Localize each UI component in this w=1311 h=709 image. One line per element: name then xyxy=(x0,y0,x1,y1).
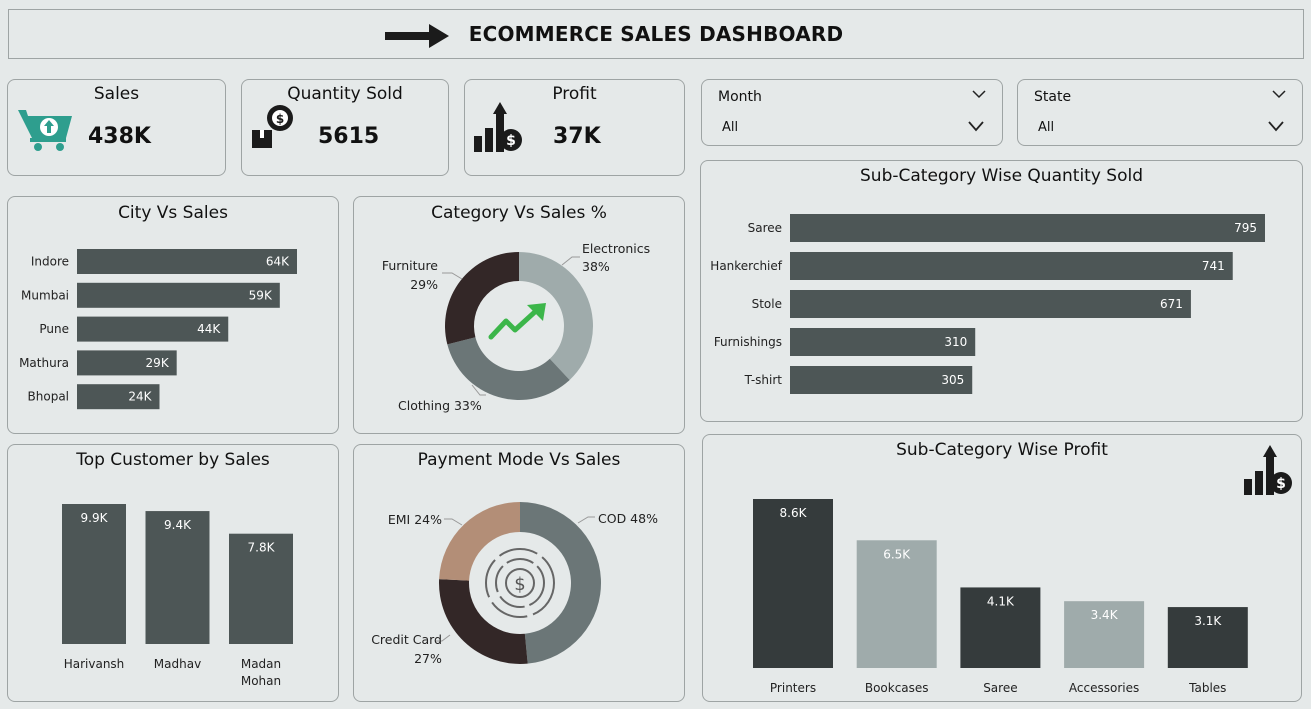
chevron-down-icon[interactable] xyxy=(1268,120,1284,132)
category-sales-chart: Electronics 38% Furniture 29% Clothing 33% xyxy=(382,241,650,413)
category-label: Accessories xyxy=(1069,681,1139,695)
chevron-down-icon[interactable] xyxy=(968,120,984,132)
slicer-label: State xyxy=(1034,89,1072,105)
leader-line xyxy=(577,516,595,524)
data-label: 3.4K xyxy=(1091,608,1119,622)
category-label: Mohan xyxy=(241,674,281,688)
chart-title: City Vs Sales xyxy=(118,203,228,223)
city-sales-chart: Indore 64K Mumbai 59K Pune 44K Mathura 29K Bhopa… xyxy=(19,249,297,410)
category-label: Saree xyxy=(983,681,1017,695)
category-label: Madan xyxy=(241,657,281,671)
data-label: 305 xyxy=(941,373,964,387)
data-label: 24K xyxy=(128,390,152,404)
slicer-label: Month xyxy=(718,89,762,105)
category-label: Stole xyxy=(752,297,782,311)
data-label: 671 xyxy=(1160,297,1183,311)
kpi-card-quantity: Quantity Sold $ 5615 xyxy=(241,79,449,176)
slice-label: Credit Card xyxy=(371,632,442,647)
donut-slice xyxy=(447,337,570,400)
payment-mode-chart: $ COD 48% EMI 24% Credit Card 27% xyxy=(371,502,658,666)
data-label: 7.8K xyxy=(248,541,276,555)
category-label: Bhopal xyxy=(28,390,69,404)
top-customer-chart: 9.9K Harivansh 9.4K Madhav 7.8K Madan Mohan xyxy=(62,504,293,688)
bar xyxy=(77,249,297,274)
svg-text:$: $ xyxy=(506,133,516,149)
page-title: ECOMMERCE SALES DASHBOARD xyxy=(468,22,844,46)
donut-slice xyxy=(439,502,520,581)
data-label: 9.9K xyxy=(81,511,109,525)
data-label: 6.5K xyxy=(883,547,911,561)
category-label: Saree xyxy=(748,221,782,235)
data-label: 3.1K xyxy=(1194,614,1222,628)
donut-slice xyxy=(445,252,519,345)
data-label: 310 xyxy=(944,335,967,349)
category-label: Bookcases xyxy=(865,681,929,695)
dashboard-header: ECOMMERCE SALES DASHBOARD xyxy=(8,9,1304,59)
category-label: Pune xyxy=(39,322,69,336)
dollar-icon: $ xyxy=(514,574,525,595)
data-label: 29K xyxy=(146,356,170,370)
state-slicer[interactable]: State All xyxy=(1017,79,1303,146)
kpi-value: 5615 xyxy=(318,124,380,149)
category-label: Mumbai xyxy=(21,288,69,302)
category-label: T-shirt xyxy=(744,373,783,387)
subcat-qty-card: Sub-Category Wise Quantity Sold Saree 795… xyxy=(700,160,1303,422)
slice-value: 38% xyxy=(582,259,610,274)
kpi-value: 37K xyxy=(553,124,601,149)
slice-label: COD 48% xyxy=(598,511,658,526)
chevron-down-icon[interactable] xyxy=(972,89,986,99)
subcat-qty-chart: Saree 795 Hankerchief 741 Stole 671 Furnishing… xyxy=(710,214,1265,394)
payment-mode-card: Payment Mode Vs Sales $ COD 48% EMI 24% Cre… xyxy=(353,444,685,702)
donut-slice xyxy=(520,502,601,664)
kpi-value: 438K xyxy=(88,124,151,149)
data-label: 44K xyxy=(197,322,221,336)
box-gear-icon: $ xyxy=(252,105,293,148)
category-label: Printers xyxy=(770,681,816,695)
trend-up-icon xyxy=(488,307,540,340)
slice-label: Electronics xyxy=(582,241,650,256)
category-label: Tables xyxy=(1188,681,1226,695)
leader-line xyxy=(561,256,580,266)
cart-icon xyxy=(18,110,72,151)
data-label: 64K xyxy=(266,255,290,269)
leader-line xyxy=(444,518,463,526)
month-dropdown-value[interactable]: All xyxy=(722,120,738,135)
category-sales-card: Category Vs Sales % Electronics 38% Furnit… xyxy=(353,196,685,434)
category-label: Mathura xyxy=(19,356,69,370)
month-slicer[interactable]: Month All xyxy=(701,79,1003,146)
bar xyxy=(62,504,126,644)
kpi-card-profit: Profit $ 37K xyxy=(464,79,685,176)
category-label: Hankerchief xyxy=(710,259,782,273)
bar xyxy=(790,214,1265,242)
slice-value: 27% xyxy=(414,651,442,666)
bar xyxy=(790,252,1233,280)
category-label: Madhav xyxy=(154,657,201,671)
data-label: 59K xyxy=(249,288,273,302)
slice-label: Clothing 33% xyxy=(398,398,482,413)
bar xyxy=(753,499,833,668)
category-label: Indore xyxy=(31,255,69,269)
kpi-label: Sales xyxy=(93,84,140,104)
data-label: 4.1K xyxy=(987,594,1015,608)
data-label: 8.6K xyxy=(780,506,808,520)
kpi-card-sales: Sales 438K xyxy=(7,79,226,176)
subcat-profit-chart: 8.6K Printers 6.5K Bookcases 4.1K Saree 3.4K Ac… xyxy=(753,499,1248,695)
city-sales-card: City Vs Sales Indore 64K Mumbai 59K Pune 44K M… xyxy=(7,196,339,434)
category-label: Harivansh xyxy=(64,657,125,671)
leader-line xyxy=(442,272,463,280)
state-dropdown-value[interactable]: All xyxy=(1038,120,1054,135)
top-customer-card: Top Customer by Sales 9.9K Harivansh 9.4K M… xyxy=(7,444,339,702)
data-label: 9.4K xyxy=(164,518,192,532)
slice-label: Furniture xyxy=(382,258,438,273)
subcat-profit-card: Sub-Category Wise Profit $ 8.6K Printers 6… xyxy=(702,434,1302,702)
data-label: 741 xyxy=(1202,259,1225,273)
chevron-down-icon[interactable] xyxy=(1272,89,1286,99)
bar xyxy=(790,290,1191,318)
svg-text:$: $ xyxy=(276,112,284,126)
profit-growth-icon: $ xyxy=(474,102,522,152)
data-label: 795 xyxy=(1234,221,1257,235)
slice-value: 29% xyxy=(410,277,438,292)
category-label: Furnishings xyxy=(714,335,782,349)
slice-label: EMI 24% xyxy=(388,512,442,527)
